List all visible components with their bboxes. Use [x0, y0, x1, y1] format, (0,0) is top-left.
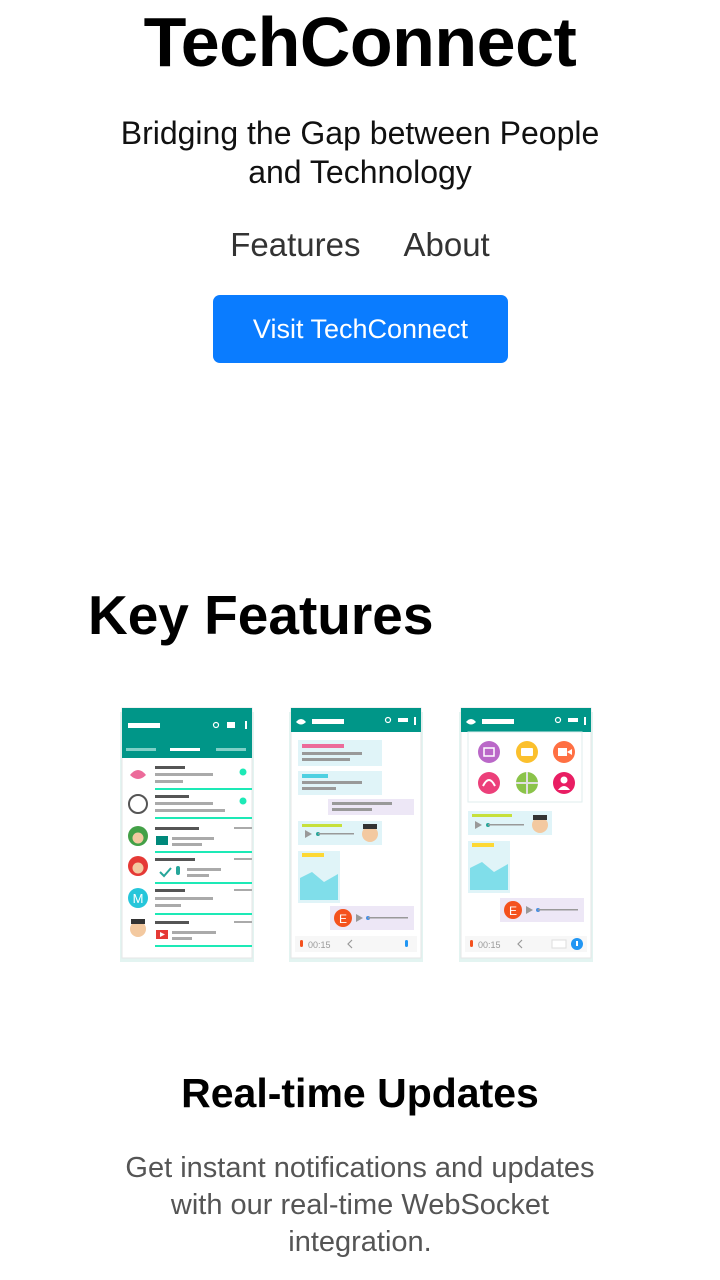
avatar-letter-e-2: E [509, 904, 517, 918]
page-title: TechConnect [143, 3, 577, 81]
main-nav: Features About [0, 226, 720, 264]
phone-attachments: E 00:15 [459, 707, 593, 962]
key-features-heading: Key Features [88, 584, 434, 646]
voice-timer: 00:15 [308, 940, 331, 950]
nav-link-features[interactable]: Features [230, 226, 360, 264]
nav-link-about[interactable]: About [403, 226, 489, 264]
feature-description: Get instant notifications and updates wi… [125, 1152, 595, 1258]
voice-timer-2: 00:15 [478, 940, 501, 950]
avatar-letter-e-1: E [339, 912, 347, 926]
feature-title: Real-time Updates [181, 1070, 539, 1116]
phone-chat-list: M [120, 707, 254, 962]
visit-techconnect-button[interactable]: Visit TechConnect [213, 295, 508, 363]
phone-conversation: E 00:15 [289, 707, 423, 962]
messaging-app-illustration: M E 00:15 E 00:15 [120, 707, 593, 962]
page-subtitle: Bridging the Gap between People and Tech… [120, 115, 600, 190]
avatar-letter-m: M [133, 891, 144, 906]
